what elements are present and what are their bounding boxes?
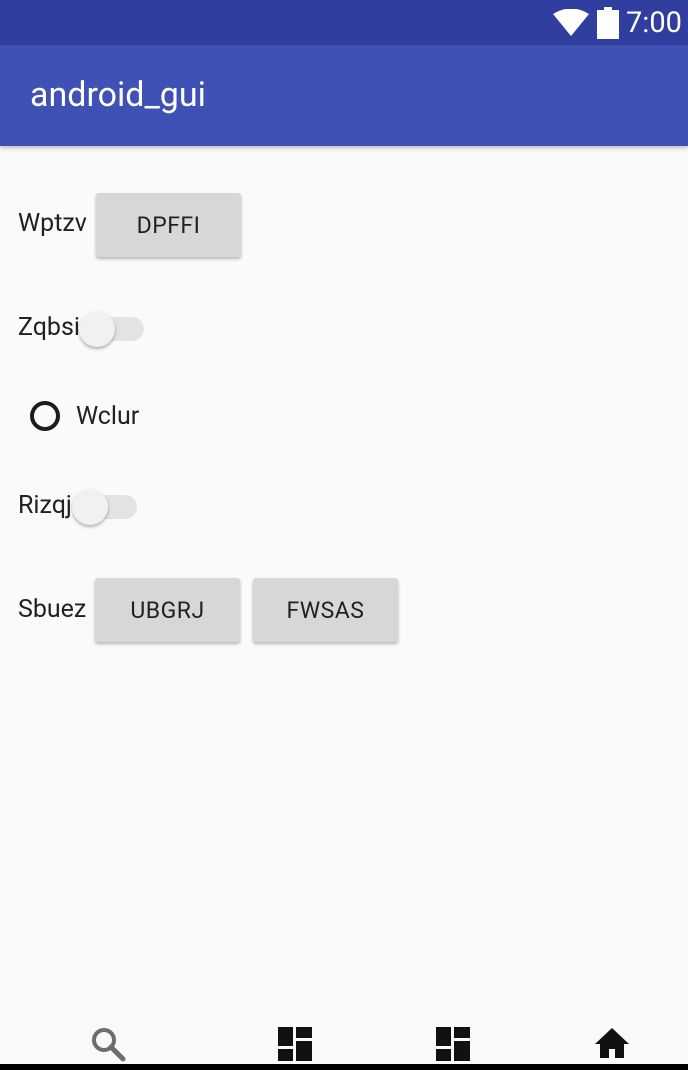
bottom-border [0, 1064, 688, 1070]
row1-label: Wptzv [18, 209, 87, 238]
app-title: android_gui [30, 75, 206, 115]
row2-label: Zqbsi [18, 313, 80, 342]
wifi-icon [553, 9, 589, 36]
status-time: 7:00 [626, 6, 682, 40]
row5-label: Sbuez [18, 595, 87, 624]
dashboard-icon[interactable] [278, 1027, 312, 1061]
home-icon[interactable] [594, 1027, 630, 1059]
row4-label: Rizqj [18, 491, 72, 520]
radio-circle [30, 401, 60, 431]
status-bar: 7:00 [0, 0, 688, 45]
dashboard-icon[interactable] [436, 1027, 470, 1061]
radio-label: Wclur [76, 402, 140, 431]
app-bar: android_gui [0, 45, 688, 146]
battery-icon [597, 7, 619, 39]
switch-thumb [72, 489, 108, 525]
search-icon[interactable] [90, 1026, 126, 1062]
fwsas-button[interactable]: FWSAS [253, 578, 398, 642]
dpffi-button[interactable]: DPFFI [96, 193, 241, 257]
ubgrj-button[interactable]: UBGRJ [95, 578, 240, 642]
switch-thumb [79, 311, 115, 347]
